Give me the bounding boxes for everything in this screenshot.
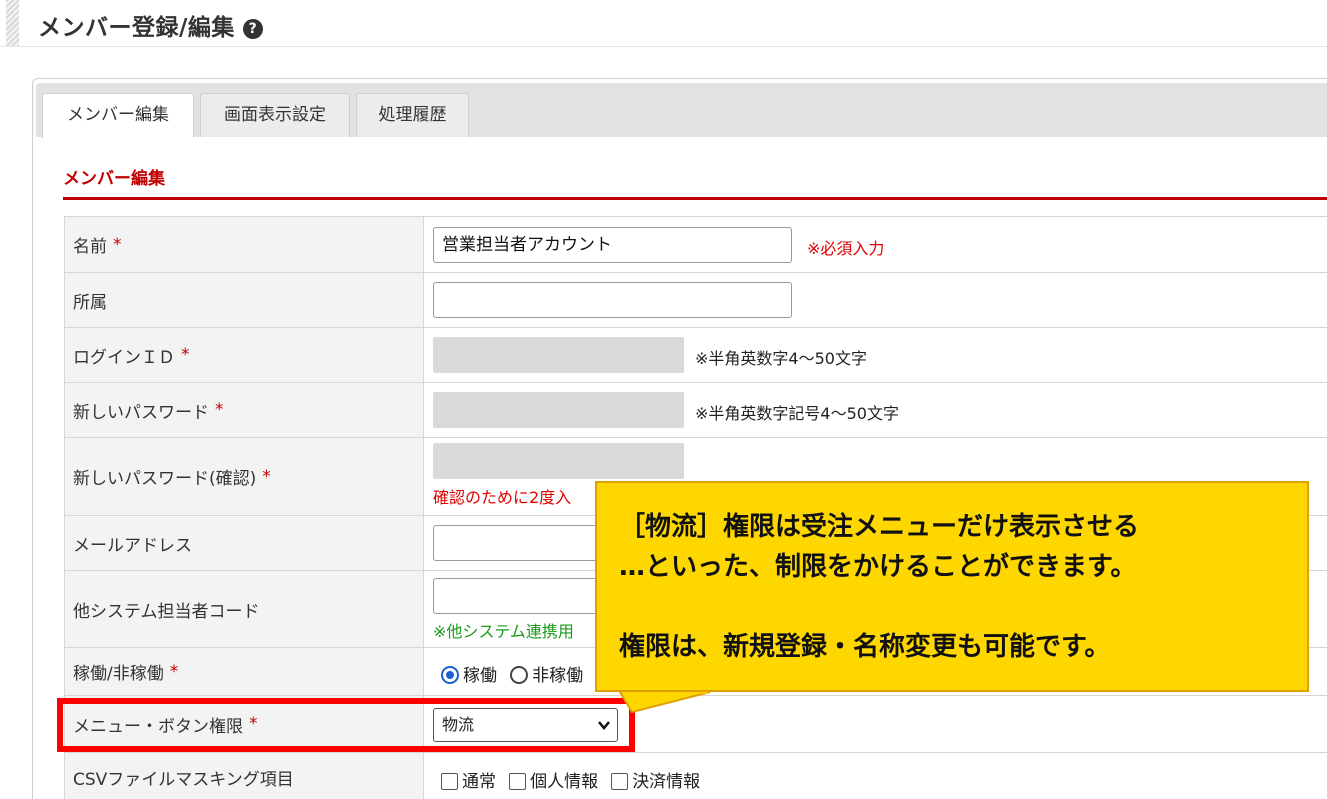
- login-id-value-cell: ※半角英数字4～50文字: [425, 328, 1327, 382]
- new-password-confirm-input-masked[interactable]: [433, 443, 684, 479]
- login-id-input-masked[interactable]: [433, 337, 684, 373]
- csv-option-personal-label: 個人情報: [530, 772, 599, 792]
- csv-option-payment-label: 決済情報: [632, 772, 701, 792]
- new-password-confirm-label-text: 新しいパスワード(確認): [73, 469, 257, 489]
- csv-option-normal[interactable]: 通常: [441, 772, 504, 792]
- annotation-callout: ［物流］権限は受注メニューだけ表示させる …といった、制限をかけることができます…: [595, 481, 1309, 692]
- status-option-inactive-label: 非稼働: [532, 666, 584, 686]
- tab-history[interactable]: 処理履歴: [356, 93, 469, 137]
- page-title: メンバー登録/編集?: [38, 8, 263, 42]
- required-mark: *: [215, 400, 224, 420]
- header-divider: [0, 46, 1327, 47]
- callout-line-3: 権限は、新規登録・名称変更も可能です。: [619, 632, 1111, 662]
- required-mark: *: [262, 466, 271, 487]
- status-label-text: 稼働/非稼働: [73, 664, 164, 684]
- other-system-code-label-text: 他システム担当者コード: [73, 601, 260, 622]
- status-radio-group: 稼働 非稼働: [441, 661, 591, 686]
- new-password-label: 新しいパスワード *: [64, 383, 424, 437]
- affiliation-label-text: 所属: [73, 292, 107, 313]
- radio-selected-icon[interactable]: [441, 666, 459, 684]
- member-form: 名前 * 営業担当者アカウント ※必須入力 所属 ログインＩＤ * ※半角英数字4～…: [64, 216, 1327, 799]
- login-id-note: ※半角英数字4～50文字: [695, 349, 867, 368]
- row-login-id: ログインＩＤ * ※半角英数字4～50文字: [64, 328, 1327, 383]
- new-password-confirm-note: 確認のために2度入: [433, 488, 572, 507]
- name-input[interactable]: 営業担当者アカウント: [433, 227, 792, 263]
- row-new-password: 新しいパスワード * ※半角英数字記号4～50文字: [64, 383, 1327, 438]
- login-id-label: ログインＩＤ *: [64, 328, 424, 382]
- callout-line-2: …といった、制限をかけることができます。: [619, 552, 1137, 582]
- required-mark: *: [113, 234, 122, 255]
- status-option-active-label: 稼働: [463, 666, 497, 686]
- new-password-value-cell: ※半角英数字記号4～50文字: [425, 383, 1327, 437]
- header-grip: [6, 0, 19, 46]
- radio-unselected-icon[interactable]: [510, 666, 529, 684]
- checkbox-icon[interactable]: [509, 773, 527, 790]
- other-system-code-label: 他システム担当者コード: [64, 571, 424, 647]
- csv-masking-label: CSVファイルマスキング項目: [64, 753, 424, 799]
- new-password-input-masked[interactable]: [433, 392, 684, 428]
- csv-option-normal-label: 通常: [462, 772, 496, 792]
- name-label: 名前 *: [64, 217, 424, 272]
- new-password-note: ※半角英数字記号4～50文字: [695, 404, 899, 423]
- affiliation-label: 所属: [64, 273, 424, 327]
- tab-display-settings[interactable]: 画面表示設定: [200, 93, 350, 137]
- callout-line-1: ［物流］権限は受注メニューだけ表示させる: [619, 512, 1140, 542]
- section-title: メンバー編集: [63, 169, 165, 189]
- checkbox-icon[interactable]: [441, 773, 458, 790]
- csv-option-payment[interactable]: 決済情報: [611, 772, 708, 792]
- status-label: 稼働/非稼働 *: [64, 648, 424, 695]
- section-divider: [63, 197, 1327, 200]
- login-id-label-text: ログインＩＤ: [73, 347, 175, 368]
- name-value-cell: 営業担当者アカウント ※必須入力: [425, 217, 1327, 272]
- page-title-text: メンバー登録/編集: [38, 15, 235, 41]
- required-mark: *: [181, 345, 190, 365]
- new-password-label-text: 新しいパスワード: [73, 402, 209, 423]
- permission-highlight-box: [57, 698, 635, 752]
- row-name: 名前 * 営業担当者アカウント ※必須入力: [64, 217, 1327, 273]
- status-option-inactive[interactable]: 非稼働: [510, 666, 591, 686]
- row-affiliation: 所属: [64, 273, 1327, 328]
- affiliation-input[interactable]: [433, 282, 792, 318]
- csv-option-personal[interactable]: 個人情報: [509, 772, 606, 792]
- name-label-text: 名前: [73, 237, 107, 257]
- status-option-active[interactable]: 稼働: [441, 666, 505, 686]
- csv-masking-label-text: CSVファイルマスキング項目: [73, 770, 294, 790]
- affiliation-value-cell: [425, 273, 1327, 327]
- tab-member-edit[interactable]: メンバー編集: [42, 93, 194, 138]
- checkbox-icon[interactable]: [611, 773, 629, 790]
- other-system-code-note: ※他システム連携用: [433, 622, 574, 641]
- row-csv-masking: CSVファイルマスキング項目 通常 個人情報 決済情報: [64, 753, 1327, 799]
- help-icon[interactable]: ?: [242, 19, 263, 39]
- csv-masking-value-cell: 通常 個人情報 決済情報: [425, 753, 1327, 799]
- callout-text: ［物流］権限は受注メニューだけ表示させる …といった、制限をかけることができます…: [619, 507, 1139, 667]
- csv-masking-checkbox-group: 通常 個人情報 決済情報: [441, 767, 708, 792]
- new-password-confirm-label: 新しいパスワード(確認) *: [64, 438, 424, 515]
- required-mark: *: [169, 661, 179, 682]
- email-label-text: メールアドレス: [73, 535, 192, 556]
- name-required-note: ※必須入力: [807, 239, 885, 258]
- email-label: メールアドレス: [64, 516, 424, 570]
